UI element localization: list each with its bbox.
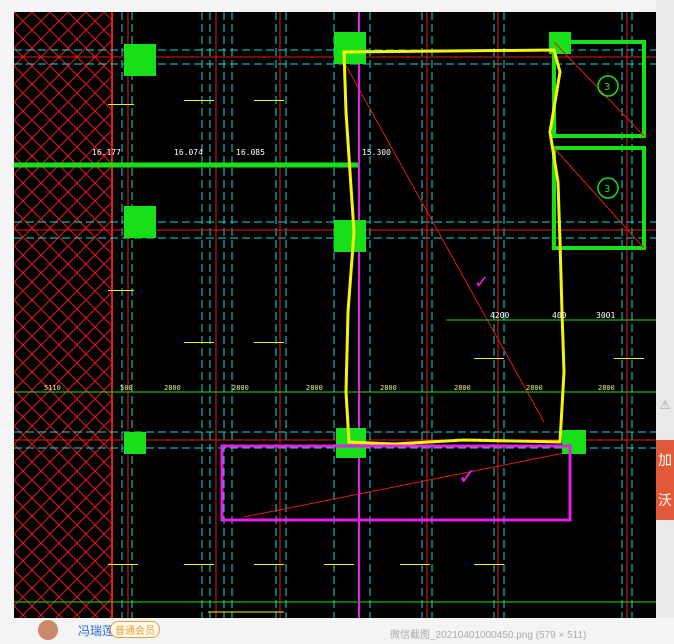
side-banner-text: 加沃 xyxy=(658,452,672,508)
hatched-zone xyxy=(14,12,112,618)
left-level-label: 16.177 xyxy=(92,148,121,157)
spacing-8: 2800 xyxy=(526,384,543,392)
warning-icon: ⚠ xyxy=(659,398,671,412)
cad-drawing-viewport[interactable]: 3 3 ✓ ✓ 16.177 16.074 16.085 15.300 5110… xyxy=(14,12,656,618)
magenta-highlight xyxy=(220,444,572,522)
spacing-2: 500 xyxy=(120,384,133,392)
user-badge: 普通会员 xyxy=(110,621,160,638)
spacing-1: 5110 xyxy=(44,384,61,392)
spacing-5: 2800 xyxy=(306,384,323,392)
side-banner[interactable]: 加沃 xyxy=(656,440,674,520)
username-link[interactable]: 冯瑞莲 xyxy=(78,622,114,639)
cad-drawing: 3 3 ✓ ✓ 16.177 16.074 16.085 15.300 5110… xyxy=(14,12,656,618)
check-mark: ✓ xyxy=(458,464,476,489)
check-mark-2: ✓ xyxy=(474,272,489,292)
dim-1: 4200 xyxy=(490,311,509,320)
level-label-2: 16.085 xyxy=(236,148,265,157)
image-file-caption: 微信截图_20210401000450.png (579 × 511) xyxy=(390,630,587,641)
spacing-3: 2800 xyxy=(164,384,181,392)
spacing-4: 2800 xyxy=(232,384,249,392)
user-avatar[interactable] xyxy=(38,620,58,640)
dim-2: 400 xyxy=(552,311,567,320)
right-side-panel xyxy=(656,0,674,644)
spacing-9: 2800 xyxy=(598,384,615,392)
room-tag-1: 3 xyxy=(604,82,610,93)
top-strip xyxy=(14,0,656,12)
spacing-6: 2800 xyxy=(380,384,397,392)
level-label-1: 16.074 xyxy=(174,148,203,157)
spacing-7: 2800 xyxy=(454,384,471,392)
room-tag-2: 3 xyxy=(604,184,610,195)
dim-3: 3001 xyxy=(596,311,615,320)
level-label-3: 15.300 xyxy=(362,148,391,157)
